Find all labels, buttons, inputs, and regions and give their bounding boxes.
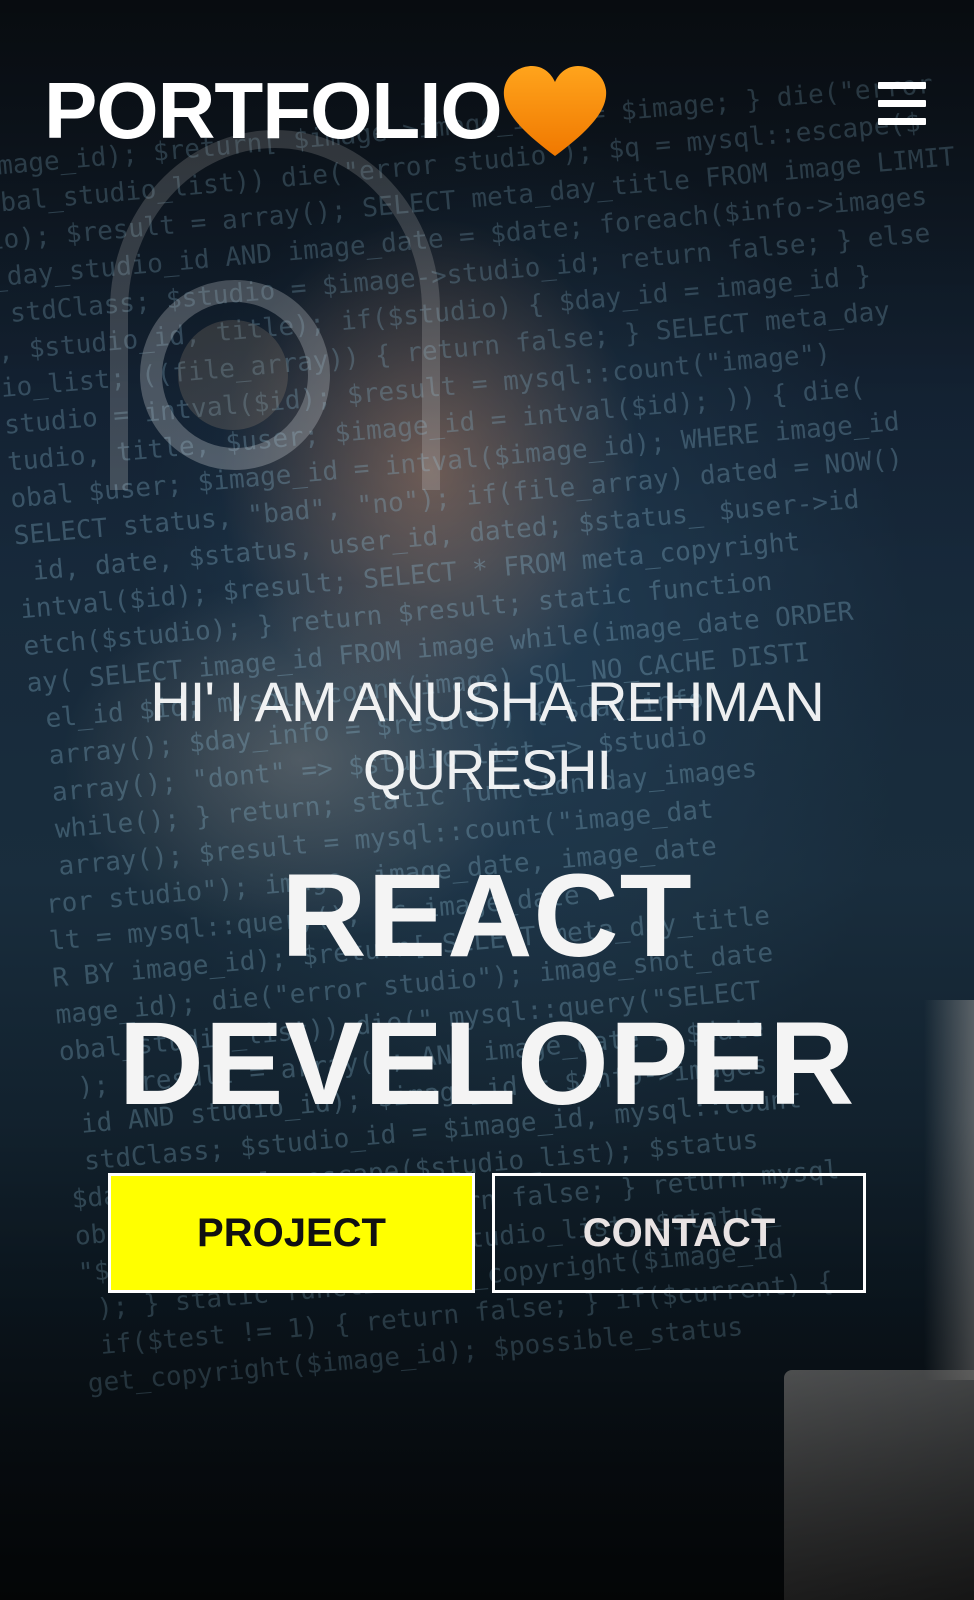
role-line-1: REACT bbox=[281, 850, 693, 982]
hero-role-title: REACT DEVELOPER bbox=[60, 842, 914, 1138]
orange-heart-icon bbox=[503, 66, 607, 156]
role-line-2: DEVELOPER bbox=[118, 998, 856, 1130]
project-button[interactable]: PROJECT bbox=[108, 1173, 475, 1293]
contact-button[interactable]: CONTACT bbox=[492, 1173, 866, 1293]
site-logo[interactable]: PORTFOLIO bbox=[44, 66, 503, 156]
hamburger-menu-icon[interactable] bbox=[878, 82, 928, 126]
hero-greeting: HI' I AM ANUSHA REHMAN QURESHI bbox=[150, 670, 824, 801]
